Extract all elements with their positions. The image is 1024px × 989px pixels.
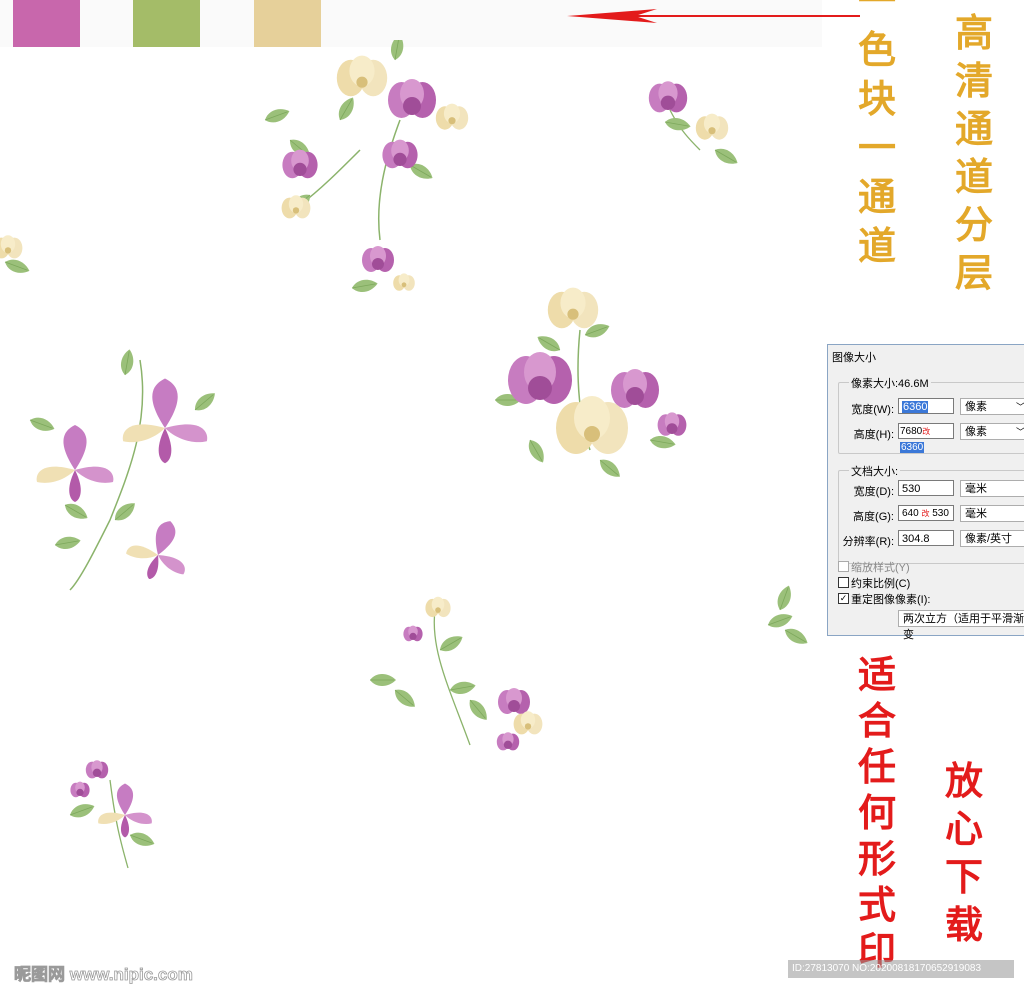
resolution-unit: 像素/英寸 [965,533,1013,545]
height-label: 高度(H): [853,429,894,441]
doc-height-label: 高度(G): [853,511,894,523]
flower-icon [648,81,741,169]
height-unit-select[interactable]: 像素 ﹀ [960,423,1024,440]
width-field[interactable]: 6360 [898,398,954,414]
caption-hd-channels: 高清通道分层 [955,10,994,295]
flower-icon [27,347,220,591]
doc-width-unit: 毫米 [965,483,987,495]
flower-icon [262,40,469,295]
doc-width-field[interactable]: 530 [898,480,954,496]
resolution-label: 分辨率(R): [842,536,894,548]
dialog-title: 图像大小 [832,352,876,364]
height-change-mark: 改 [922,427,931,436]
resample-method-select[interactable]: 两次立方（适用于平滑渐变 [898,610,1024,641]
scale-styles-label: 缩放样式(Y) [851,562,910,574]
doc-height-old-value: 640 [902,508,919,519]
flower-icon [67,760,157,869]
doc-height-unit-select[interactable]: 毫米 [960,505,1024,522]
constrain-proportions-checkbox[interactable] [838,577,849,588]
flower-icon [765,583,811,649]
image-id-bar: ID:27813070 NO:20200818170652919083 [788,960,1014,978]
resolution-unit-select[interactable]: 像素/英寸 [960,530,1024,547]
width-unit: 像素 [965,401,987,413]
floral-pattern [0,40,811,869]
scale-styles-checkbox[interactable] [838,561,849,572]
pixel-size-label: 像素大小:46.6M [849,375,931,391]
doc-width-label: 宽度(D): [853,486,894,498]
resolution-value: 304.8 [902,533,930,545]
resolution-field[interactable]: 304.8 [898,530,954,546]
chevron-down-icon: ﹀ [1016,424,1024,440]
resample-checkbox[interactable]: ✓ [838,593,849,604]
nipic-logo: 昵图网 www.nipic.com [14,965,194,985]
width-label: 宽度(W): [851,404,894,416]
caption-download: 放心下载 [945,758,984,947]
doc-height-unit: 毫米 [965,508,987,520]
height-value: 6360 [900,442,925,453]
resample-label: 重定图像像素(I): [851,594,931,606]
caption-any-print: 适合任何形式印 [858,652,897,973]
image-size-dialog: 图像大小 像素大小:46.6M 宽度(W): 6360 像素 ﹀ 高度(H): 7… [827,344,1024,641]
height-old-value: 7680 [900,426,923,437]
pixel-size-group: 像素大小:46.6M [838,375,1024,454]
caption-swatch-channel: 一色块一通道 [858,0,897,268]
resample-method: 两次立方（适用于平滑渐变 [903,613,1024,641]
doc-height-change-mark: 改 [921,509,930,518]
doc-width-unit-select[interactable]: 毫米 [960,480,1024,497]
chevron-down-icon: ﹀ [1016,399,1024,415]
left-arrow-icon [567,9,860,23]
height-field[interactable]: 7680改 6360 [898,423,954,453]
doc-width-value: 530 [902,483,921,495]
doc-height-field[interactable]: 640 改 530 [898,505,954,521]
width-unit-select[interactable]: 像素 ﹀ [960,398,1024,415]
doc-size-label: 文档大小: [849,463,901,479]
flower-icon [494,287,687,482]
flower-icon [0,235,32,277]
width-value: 6360 [902,401,929,413]
height-unit: 像素 [965,426,987,438]
flower-icon [369,596,543,751]
doc-height-value: 530 [932,508,949,519]
constrain-label: 约束比例(C) [851,578,911,590]
